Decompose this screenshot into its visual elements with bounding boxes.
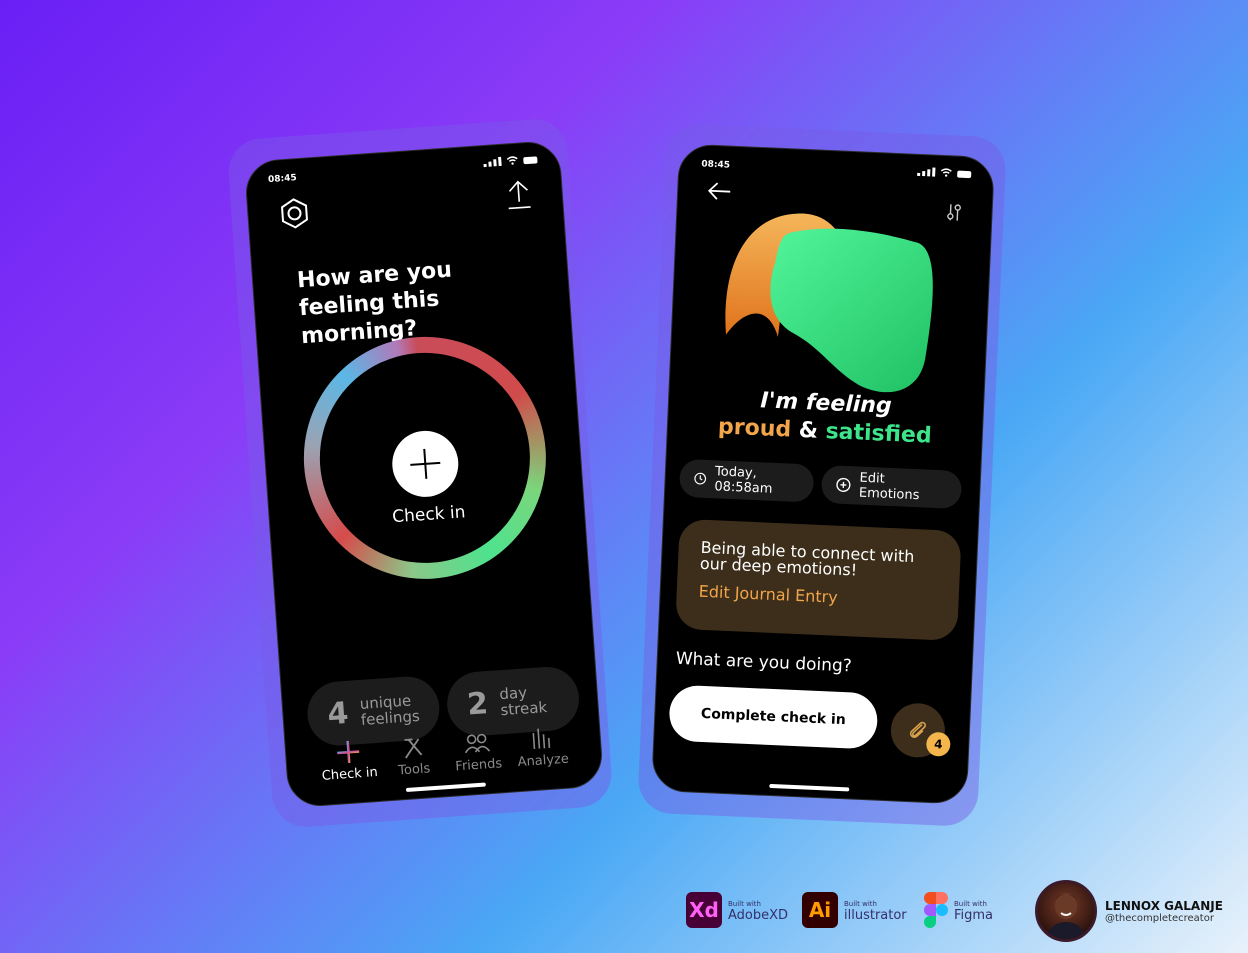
adobexd-logo-icon: Xd — [686, 892, 722, 928]
checkin-time-chip[interactable]: Today, 08:58am — [678, 458, 815, 503]
journal-entry-card[interactable]: Being able to connect with our deep emot… — [675, 518, 962, 641]
tool-adobexd: Xd Built with AdobeXD — [686, 892, 788, 928]
back-arrow-icon[interactable] — [706, 180, 733, 203]
status-time: 08:45 — [701, 159, 731, 171]
friends-icon — [465, 733, 491, 754]
feeling-word-satisfied: satisfied — [825, 419, 933, 449]
status-time: 08:45 — [267, 173, 298, 186]
edit-journal-link[interactable]: Edit Journal Entry — [698, 582, 937, 611]
home-indicator — [405, 782, 486, 793]
author-handle: @thecompletecreator — [1105, 912, 1214, 924]
nav-label: Tools — [397, 761, 431, 779]
journal-text: Being able to connect with our deep emot… — [699, 537, 915, 580]
checkin-label: Check in — [391, 502, 467, 528]
attachment-count-badge: 4 — [925, 731, 951, 757]
tool-name: illustrator — [844, 908, 907, 923]
illustrator-logo-icon: Ai — [802, 892, 838, 928]
complete-checkin-button[interactable]: Complete check in — [668, 684, 879, 750]
author-avatar — [1035, 880, 1097, 942]
tool-figma: Built with Figma — [924, 892, 993, 928]
edit-emotions-button[interactable]: Edit Emotions — [820, 464, 963, 510]
author-name: LENNOX GALANJE — [1105, 898, 1223, 913]
stat-number: 2 — [465, 685, 490, 723]
satisfied-emotion-blob — [770, 228, 933, 393]
nav-checkin[interactable]: Check in — [315, 737, 382, 787]
nav-tools[interactable]: Tools — [380, 732, 447, 782]
share-upload-icon[interactable] — [503, 177, 535, 211]
phone-checkin-screen: 08:45 How are you feeling this morning? — [243, 139, 605, 809]
clock-icon — [694, 472, 707, 485]
phone-feeling-detail-screen: 08:45 I'm feeling proud & satisfied Toda… — [651, 143, 995, 805]
tool-illustrator: Ai Built with illustrator — [802, 892, 907, 928]
wifi-icon — [940, 168, 952, 177]
tools-icon — [404, 738, 422, 759]
analyze-icon — [532, 728, 551, 750]
checkin-time-text: Today, 08:58am — [714, 464, 773, 497]
signal-icon — [917, 167, 936, 177]
nav-label: Friends — [454, 756, 503, 775]
feeling-ampersand: & — [798, 417, 819, 444]
battery-icon — [523, 156, 538, 165]
stat-label: unique feelings — [359, 691, 421, 729]
nav-label: Check in — [321, 764, 379, 784]
stat-number: 4 — [326, 695, 350, 732]
figma-logo-icon — [924, 892, 948, 928]
nav-label: Analyze — [517, 751, 570, 771]
add-checkin-button[interactable] — [390, 428, 461, 500]
nav-friends[interactable]: Friends — [444, 728, 511, 778]
signal-icon — [483, 156, 502, 168]
emotion-color-ring[interactable]: Check in — [295, 328, 555, 588]
battery-icon — [957, 170, 972, 179]
tool-name: AdobeXD — [728, 908, 789, 923]
author-credit: LENNOX GALANJE @thecompletecreator — [1035, 880, 1223, 942]
tool-name: Figma — [954, 908, 994, 923]
plus-icon — [410, 448, 441, 479]
add-circle-icon — [836, 477, 851, 492]
settings-hexagon-icon[interactable] — [277, 196, 311, 230]
plus-gradient-icon — [337, 740, 360, 764]
adjust-settings-icon[interactable] — [945, 202, 964, 223]
wifi-icon — [506, 156, 518, 165]
stat-label: day streak — [498, 683, 548, 720]
edit-emotions-label: Edit Emotions — [858, 470, 920, 504]
doing-question: What are you doing? — [675, 648, 853, 677]
nav-analyze[interactable]: Analyze — [509, 723, 576, 773]
feeling-word-proud: proud — [717, 414, 792, 443]
home-indicator — [769, 783, 850, 792]
